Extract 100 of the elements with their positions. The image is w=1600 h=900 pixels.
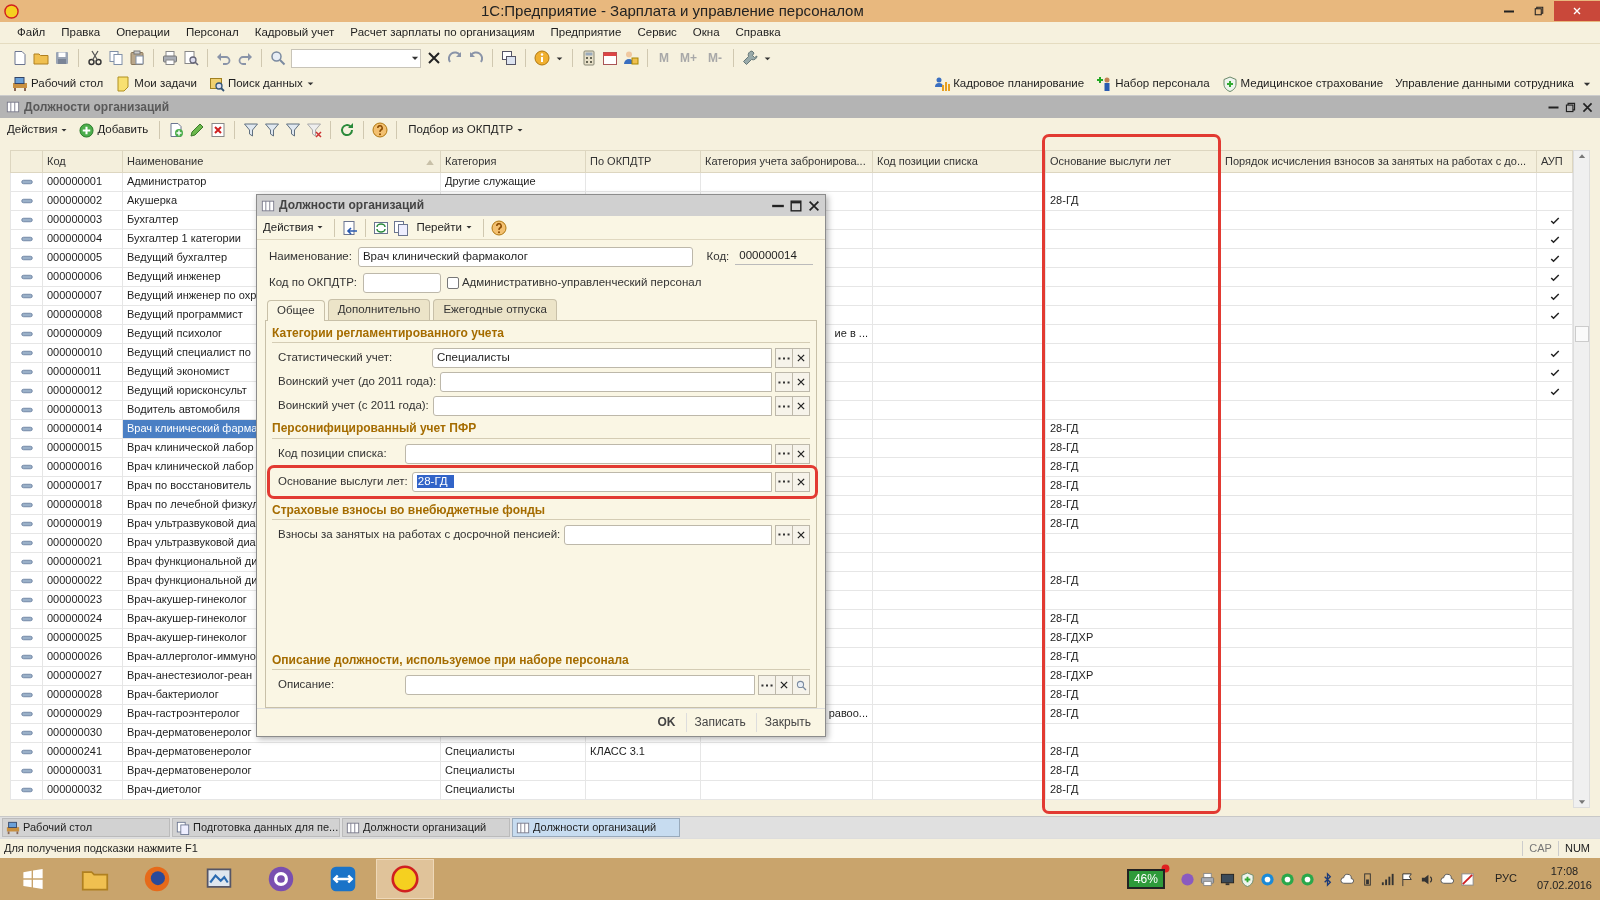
column-header[interactable]: Категория учета забронирова... — [705, 154, 866, 169]
filter-icon[interactable] — [243, 122, 260, 138]
refresh-icon[interactable] — [339, 122, 356, 138]
menu-item[interactable]: Предприятие — [543, 22, 629, 43]
add-copy-icon[interactable] — [168, 122, 185, 138]
column-header[interactable]: Порядок исчисления взносов за занятых на работах с до... — [1225, 154, 1527, 169]
save-icon[interactable] — [54, 50, 70, 66]
redo-icon[interactable] — [237, 50, 253, 66]
cloud-icon[interactable] — [1439, 871, 1455, 887]
paste-icon[interactable] — [129, 50, 145, 66]
tab[interactable]: Общее — [267, 300, 325, 321]
column-header[interactable]: Основание выслуги лет — [1050, 154, 1172, 169]
code-field[interactable]: 000000014 — [735, 249, 813, 265]
header-cell[interactable]: Основание выслуги лет — [1045, 150, 1221, 173]
input-field[interactable] — [405, 675, 755, 695]
help-icon[interactable] — [372, 122, 389, 138]
clear-filter-icon[interactable] — [306, 122, 323, 138]
menu-item[interactable]: Окна — [685, 22, 727, 43]
monitor-icon[interactable] — [1219, 871, 1235, 887]
header-cell[interactable]: Код позиции списка — [872, 150, 1046, 173]
name-field[interactable]: Врач клинический фармаколог — [357, 247, 693, 267]
checkbox[interactable] — [446, 277, 459, 289]
cut-icon[interactable] — [87, 50, 103, 66]
header-cell[interactable]: Категория учета забронирова... — [700, 150, 873, 173]
input-field[interactable] — [405, 443, 772, 464]
battery-indicator[interactable]: 46% — [1126, 868, 1165, 890]
window-tab[interactable]: Рабочий стол — [2, 818, 170, 837]
menu-item[interactable]: Кадровый учет — [247, 22, 342, 43]
header-cell[interactable]: Наименование — [122, 150, 441, 173]
column-header[interactable]: Категория — [445, 154, 497, 169]
blocked-icon[interactable] — [1459, 871, 1475, 887]
restore-button[interactable] — [1564, 100, 1577, 114]
input-field[interactable] — [432, 396, 772, 417]
flag-icon[interactable] — [1399, 871, 1415, 887]
search-field[interactable] — [291, 48, 421, 68]
dialog-button[interactable]: Закрыть — [755, 713, 819, 732]
filter-icon[interactable] — [264, 122, 281, 138]
printer-icon[interactable] — [1199, 871, 1215, 887]
cloud-icon[interactable] — [1339, 871, 1355, 887]
column-header[interactable]: АУП — [1541, 154, 1563, 169]
maximize-button[interactable] — [789, 198, 803, 213]
dialog-button[interactable]: OK — [649, 713, 684, 732]
minimize-button[interactable] — [1547, 105, 1560, 109]
panel-link[interactable]: Набор персонала — [1115, 76, 1210, 91]
scrollbar[interactable] — [1573, 150, 1590, 808]
input-field[interactable]: Специалисты — [432, 348, 772, 369]
reload-icon[interactable] — [373, 219, 390, 236]
checkbox-label[interactable]: Административно-управленческий персонал — [461, 276, 702, 290]
panel-link[interactable]: Поиск данных — [227, 76, 303, 91]
header-cell[interactable]: По ОКПДТР — [585, 150, 701, 173]
new-document-icon[interactable] — [12, 50, 28, 66]
calendar-icon[interactable] — [602, 50, 618, 66]
header-cell[interactable]: АУП — [1536, 150, 1573, 173]
tab[interactable]: Дополнительно — [327, 299, 431, 320]
actions-menu[interactable]: Действия — [260, 219, 328, 236]
minimize-button[interactable] — [771, 203, 785, 208]
close-button[interactable] — [1581, 100, 1594, 114]
clear-icon[interactable] — [426, 50, 442, 66]
print-preview-icon[interactable] — [183, 50, 199, 66]
column-header[interactable]: Наименование — [127, 154, 204, 169]
window-tab[interactable]: Подготовка данных для пе... — [172, 818, 340, 837]
input-field[interactable] — [564, 524, 772, 545]
menu-item[interactable]: Правка — [54, 22, 108, 43]
menu-item[interactable]: Персонал — [178, 22, 246, 43]
copy-icon[interactable] — [108, 50, 124, 66]
users-icon[interactable] — [623, 50, 639, 66]
menu-item[interactable]: Операции — [109, 22, 177, 43]
dialog-button[interactable]: Записать — [685, 713, 754, 732]
save-close-icon[interactable] — [342, 219, 359, 236]
column-header[interactable]: Код позиции списка — [877, 154, 978, 169]
clear-button[interactable] — [792, 396, 810, 417]
panel-link[interactable]: Управление данными сотрудника — [1395, 76, 1574, 91]
shield-icon[interactable] — [1239, 871, 1255, 887]
header-cell[interactable]: Порядок исчисления взносов за занятых на работах с до... — [1220, 150, 1537, 173]
clear-button[interactable] — [775, 675, 793, 695]
pick-menu[interactable]: Подбор из ОКПДТР — [405, 122, 528, 138]
input-field[interactable]: 28-ГД — [411, 471, 772, 492]
header-cell[interactable]: Код — [42, 150, 123, 173]
language-indicator[interactable]: РУС — [1494, 872, 1517, 886]
panel-link[interactable]: Медицинское страхование — [1240, 76, 1384, 91]
open-folder-icon[interactable] — [33, 50, 49, 66]
tab[interactable]: Ежегодные отпуска — [433, 299, 557, 320]
column-header[interactable]: Код — [47, 154, 66, 169]
windows-icon[interactable] — [501, 50, 517, 66]
help-icon[interactable] — [490, 219, 507, 236]
panel-link[interactable]: Мои задачи — [134, 76, 197, 91]
calculator-icon[interactable] — [581, 50, 597, 66]
goto-menu[interactable]: Перейти — [413, 219, 476, 236]
header-cell[interactable]: Категория — [440, 150, 586, 173]
add-button[interactable]: Добавить — [76, 121, 152, 139]
menu-item[interactable]: Сервис — [630, 22, 684, 43]
clear-button[interactable] — [792, 524, 810, 545]
clear-button[interactable] — [792, 372, 810, 393]
panel-link[interactable]: Рабочий стол — [31, 76, 104, 91]
column-header[interactable]: По ОКПДТР — [590, 154, 652, 169]
filter-icon[interactable] — [285, 122, 302, 138]
menu-item[interactable]: Справка — [728, 22, 788, 43]
caret-icon[interactable] — [305, 79, 315, 88]
menu-item[interactable]: Расчет зарплаты по организациям — [343, 22, 542, 43]
delete-icon[interactable] — [210, 122, 227, 138]
